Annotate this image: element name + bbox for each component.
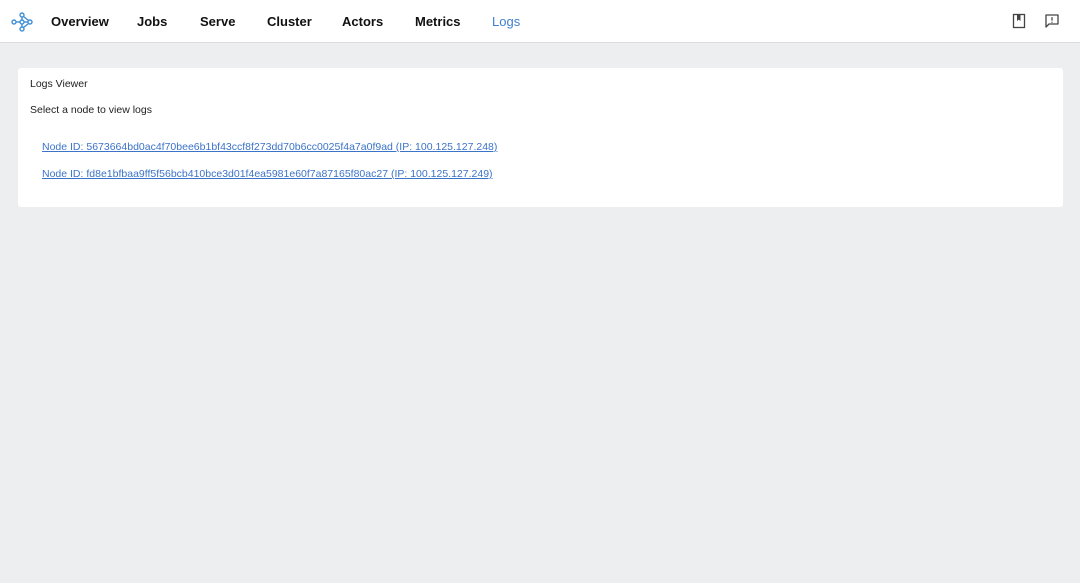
node-link[interactable]: Node ID: fd8e1bfbaa9ff5f56bcb410bce3d01f…	[42, 168, 493, 181]
nav-tab-logs[interactable]: Logs	[492, 14, 520, 30]
panel-title: Logs Viewer	[30, 78, 88, 90]
nav-tab-metrics[interactable]: Metrics	[415, 14, 461, 30]
node-link[interactable]: Node ID: 5673664bd0ac4f70bee6b1bf43ccf8f…	[42, 141, 497, 154]
nav-tab-overview[interactable]: Overview	[51, 14, 109, 30]
feedback-icon[interactable]	[1044, 13, 1060, 29]
ray-logo-icon[interactable]	[11, 11, 33, 33]
panel-subtitle: Select a node to view logs	[30, 104, 152, 116]
top-nav-bar: Overview Jobs Serve Cluster Actors Metri…	[0, 0, 1080, 43]
nav-tab-serve[interactable]: Serve	[200, 14, 235, 30]
nav-tab-actors[interactable]: Actors	[342, 14, 383, 30]
docs-book-icon[interactable]	[1011, 13, 1027, 29]
nav-tab-cluster[interactable]: Cluster	[267, 14, 312, 30]
nav-tab-jobs[interactable]: Jobs	[137, 14, 167, 30]
logs-viewer-panel: Logs Viewer Select a node to view logs N…	[18, 68, 1063, 207]
